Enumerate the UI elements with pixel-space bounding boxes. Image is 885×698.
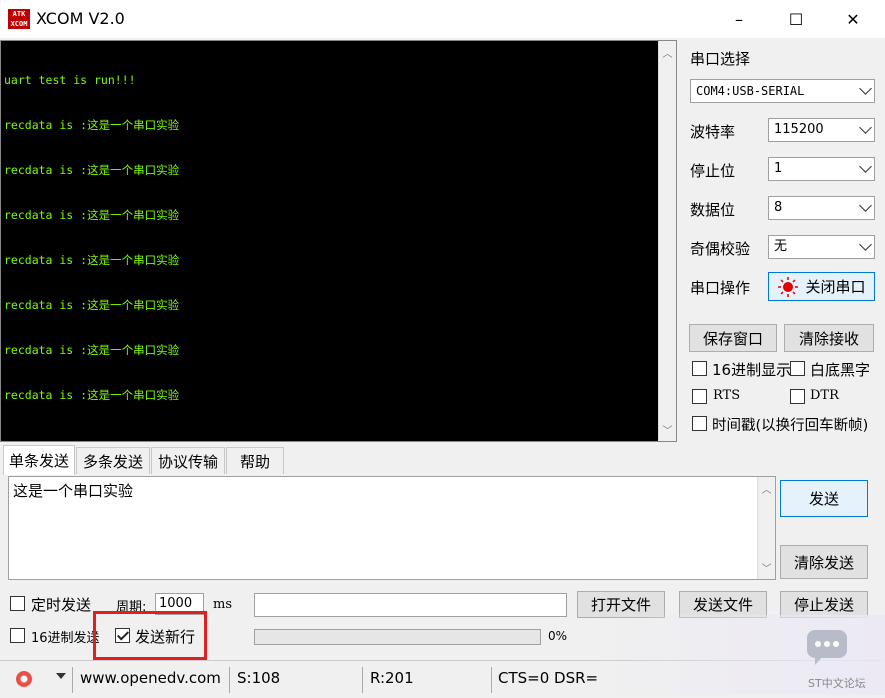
clear-send-button[interactable]: 清除发送	[780, 545, 868, 579]
send-button[interactable]: 发送	[780, 480, 868, 517]
stop-send-button[interactable]: 停止发送	[780, 591, 868, 618]
data-bits-label: 数据位	[690, 201, 736, 219]
maximize-button[interactable]: ☐	[767, 0, 825, 38]
timed-send-label: 定时发送	[31, 596, 92, 614]
port-select-value: COM4:USB-SERIAL	[696, 84, 805, 98]
tab-multi-send[interactable]: 多条发送	[76, 447, 150, 474]
progress-bar	[254, 629, 541, 645]
app-logo-icon: ATK XCOM	[8, 9, 30, 29]
tab-protocol[interactable]: 协议传输	[151, 447, 225, 474]
send-text: 这是一个串口实验	[13, 482, 134, 500]
save-window-button[interactable]: 保存窗口	[689, 324, 777, 352]
scroll-down-icon[interactable]: ﹀	[758, 560, 775, 575]
baud-select[interactable]: 115200	[768, 118, 875, 142]
minimize-button[interactable]: –	[710, 0, 768, 38]
receive-text: uart test is run!!! recdata is :这是一个串口实验…	[4, 43, 654, 433]
website-link[interactable]: www.openedv.com	[80, 669, 221, 687]
period-unit: ms	[213, 597, 232, 612]
white-black-checkbox[interactable]	[790, 361, 805, 376]
data-bits-value: 8	[774, 200, 783, 215]
dtr-label: DTR	[810, 388, 839, 403]
clear-receive-button[interactable]: 清除接收	[784, 324, 874, 352]
timestamp-label: 时间戳(以换行回车断帧)	[712, 418, 869, 434]
watermark-text: ST中文论坛	[808, 677, 866, 690]
data-bits-select[interactable]: 8	[768, 196, 875, 220]
chevron-down-icon	[859, 160, 872, 173]
timed-send-checkbox[interactable]	[10, 596, 25, 611]
receive-line: uart test is run!!!	[4, 73, 136, 87]
receive-line: recdata is :这是一个串口实验	[4, 163, 180, 177]
title-bar: ATK XCOM XCOM V2.0 – ☐ ✕	[0, 0, 885, 38]
chevron-down-icon	[859, 199, 872, 212]
open-file-button[interactable]: 打开文件	[577, 591, 665, 618]
tab-single-send[interactable]: 单条发送	[3, 445, 75, 475]
baud-label: 波特率	[690, 123, 736, 141]
receive-area[interactable]: uart test is run!!! recdata is :这是一个串口实验…	[0, 40, 677, 442]
receive-line: recdata is :这是一个串口实验	[4, 208, 180, 222]
receive-line: recdata is :这是一个串口实验	[4, 343, 180, 357]
port-select[interactable]: COM4:USB-SERIAL	[690, 79, 875, 103]
hex-send-checkbox[interactable]	[10, 628, 25, 643]
sent-count: S:108	[237, 669, 281, 687]
receive-line: recdata is :这是一个串口实验	[4, 253, 180, 267]
receive-line: recdata is :这是一个串口实验	[4, 298, 180, 312]
settings-gear-icon[interactable]	[14, 669, 34, 689]
line-status: CTS=0 DSR=	[498, 669, 599, 687]
port-select-label: 串口选择	[690, 50, 751, 68]
port-op-label: 串口操作	[690, 279, 751, 297]
dtr-checkbox[interactable]	[790, 389, 805, 404]
status-separator	[491, 667, 492, 693]
chevron-down-icon	[859, 238, 872, 251]
close-button[interactable]: ✕	[824, 0, 882, 38]
chevron-down-icon	[859, 121, 872, 134]
stop-bits-select[interactable]: 1	[768, 157, 875, 181]
received-count: R:201	[370, 669, 414, 687]
scroll-up-icon[interactable]: ︿	[659, 45, 676, 60]
send-input[interactable]: 这是一个串口实验 ︿ ﹀	[8, 476, 776, 580]
chat-bubble-icon	[807, 630, 847, 665]
rts-checkbox[interactable]	[692, 389, 707, 404]
parity-label: 奇偶校验	[690, 240, 751, 258]
receive-scrollbar[interactable]: ︿ ﹀	[658, 41, 676, 441]
progress-text: 0%	[548, 629, 568, 643]
dropdown-arrow-icon[interactable]	[56, 673, 66, 679]
hex-send-label: 16进制发送	[31, 631, 100, 646]
chevron-down-icon	[859, 82, 872, 95]
hex-display-checkbox[interactable]	[692, 361, 707, 376]
status-separator	[362, 667, 363, 693]
window-title: XCOM V2.0	[36, 9, 125, 28]
port-status-icon	[778, 276, 799, 297]
scroll-down-icon[interactable]: ﹀	[659, 422, 676, 437]
rts-label: RTS	[713, 388, 741, 403]
stop-bits-label: 停止位	[690, 162, 736, 180]
baud-value: 115200	[774, 122, 824, 137]
close-port-label: 关闭串口	[805, 278, 866, 296]
receive-line: recdata is :这是一个串口实验	[4, 118, 180, 132]
highlight-box	[93, 611, 207, 660]
scroll-up-icon[interactable]: ︿	[758, 481, 775, 496]
file-path-input[interactable]	[254, 593, 567, 617]
parity-select[interactable]: 无	[768, 235, 875, 259]
send-file-button[interactable]: 发送文件	[679, 591, 767, 618]
timestamp-checkbox[interactable]	[692, 416, 707, 431]
hex-display-label: 16进制显示	[712, 361, 792, 379]
close-port-button[interactable]: 关闭串口	[768, 272, 875, 301]
receive-line: recdata is :这是一个串口实验	[4, 388, 180, 402]
stop-bits-value: 1	[774, 161, 783, 176]
send-scrollbar[interactable]: ︿ ﹀	[757, 477, 775, 579]
white-black-label: 白底黑字	[810, 361, 871, 379]
tab-help[interactable]: 帮助	[226, 447, 284, 474]
status-separator	[72, 667, 73, 693]
parity-value: 无	[774, 239, 788, 254]
status-separator	[229, 667, 230, 693]
